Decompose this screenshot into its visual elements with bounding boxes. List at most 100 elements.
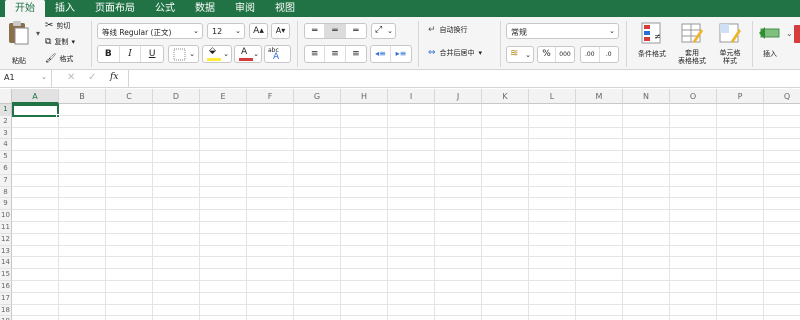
fill-handle[interactable] bbox=[56, 113, 60, 118]
row-header[interactable]: 5 bbox=[0, 151, 12, 163]
number-style-group: % 000 bbox=[537, 46, 575, 63]
decrease-indent-icon[interactable]: ◂≡ bbox=[371, 46, 392, 62]
row-header[interactable]: 4 bbox=[0, 139, 12, 152]
cut-button[interactable]: ✂ 剪切 bbox=[45, 20, 70, 31]
column-header[interactable]: O bbox=[670, 89, 717, 104]
row-header[interactable]: 9 bbox=[0, 198, 12, 211]
number-format-select[interactable]: 常规 ⌄ bbox=[506, 23, 619, 39]
row-header[interactable]: 1 bbox=[0, 104, 12, 116]
font-size-select[interactable]: 12 ⌄ bbox=[207, 23, 245, 39]
chevron-down-icon[interactable]: ⌄ bbox=[786, 29, 793, 38]
copy-button[interactable]: ⧉ 复制 ▾ bbox=[45, 37, 75, 47]
align-center-icon[interactable]: ≡ bbox=[325, 46, 346, 62]
function-icon[interactable]: fx bbox=[110, 72, 118, 82]
active-cell-selection[interactable] bbox=[12, 104, 59, 117]
align-left-icon[interactable]: ≡ bbox=[305, 46, 326, 62]
column-header[interactable]: P bbox=[717, 89, 764, 104]
row-header[interactable]: 16 bbox=[0, 281, 12, 293]
formula-input[interactable] bbox=[128, 70, 800, 87]
increase-font-button[interactable]: A▴ bbox=[249, 23, 268, 39]
orientation-button[interactable]: ⤢ ⌄ bbox=[371, 23, 396, 39]
tab-7[interactable]: 视图 bbox=[265, 0, 305, 17]
tab-4[interactable]: 公式 bbox=[145, 0, 185, 17]
column-header[interactable]: F bbox=[247, 89, 294, 104]
wrap-text-button[interactable]: ↵ 自动换行 bbox=[428, 25, 468, 35]
row-header[interactable]: 14 bbox=[0, 257, 12, 270]
align-top-icon[interactable]: ═ bbox=[305, 24, 326, 38]
row-header[interactable]: 19 bbox=[0, 316, 12, 320]
conditional-format-button[interactable]: ≠ 条件格式 bbox=[632, 21, 672, 67]
decrease-decimal-button[interactable]: .0 bbox=[600, 47, 618, 62]
column-header[interactable]: C bbox=[106, 89, 153, 104]
underline-button[interactable]: U bbox=[141, 46, 163, 62]
gridline bbox=[669, 104, 670, 320]
column-header[interactable]: E bbox=[200, 89, 247, 104]
chevron-down-icon[interactable]: ▾ bbox=[479, 49, 483, 57]
row-header[interactable]: 12 bbox=[0, 233, 12, 246]
row-header[interactable]: 17 bbox=[0, 292, 12, 305]
align-bottom-icon[interactable]: ═ bbox=[346, 24, 366, 38]
row-header[interactable]: 6 bbox=[0, 163, 12, 175]
select-all-corner[interactable] bbox=[0, 89, 12, 104]
column-header[interactable]: J bbox=[435, 89, 482, 104]
column-header[interactable]: Q bbox=[764, 89, 800, 104]
row-header[interactable]: 18 bbox=[0, 304, 12, 317]
format-as-table-button[interactable]: 套用 表格格式 bbox=[672, 21, 712, 67]
merge-center-button[interactable]: ⇔ 合并后居中 ▾ bbox=[428, 48, 482, 58]
tab-1[interactable]: 开始 bbox=[5, 0, 45, 17]
paste-dropdown-icon[interactable]: ▾ bbox=[36, 29, 40, 38]
column-header[interactable]: G bbox=[294, 89, 341, 104]
column-header[interactable]: N bbox=[623, 89, 670, 104]
copy-dropdown-icon[interactable]: ▾ bbox=[71, 38, 75, 46]
phonetic-button[interactable]: abc A bbox=[264, 45, 291, 63]
row-header[interactable]: 3 bbox=[0, 127, 12, 140]
row-header[interactable]: 15 bbox=[0, 269, 12, 281]
cancel-icon[interactable]: ✕ bbox=[67, 72, 75, 83]
percent-button[interactable]: % bbox=[538, 47, 557, 62]
confirm-icon[interactable]: ✓ bbox=[88, 72, 96, 83]
paint-bucket-icon: ⬙ bbox=[209, 46, 216, 56]
bold-button[interactable]: B bbox=[98, 46, 120, 62]
column-header[interactable]: M bbox=[576, 89, 623, 104]
insert-cells-button[interactable]: 插入 bbox=[755, 21, 785, 67]
row-header[interactable]: 13 bbox=[0, 245, 12, 258]
align-middle-icon[interactable]: ═ bbox=[325, 24, 346, 38]
phonetic-icon: A bbox=[273, 52, 280, 62]
tab-5[interactable]: 数据 bbox=[185, 0, 225, 17]
row-header[interactable]: 7 bbox=[0, 174, 12, 187]
worksheet-grid[interactable]: A B C D E F G H I J K L M N O P Q 1 2 3 4 5 6 7 8 9 10 11 12 13 14 15 16… bbox=[0, 89, 800, 320]
column-header[interactable]: L bbox=[529, 89, 576, 104]
row-header[interactable]: 8 bbox=[0, 186, 12, 199]
decrease-font-button[interactable]: A▾ bbox=[271, 23, 290, 39]
row-header[interactable]: 10 bbox=[0, 210, 12, 222]
font-name-select[interactable]: 等线 Regular (正文) ⌄ bbox=[97, 23, 203, 39]
column-header[interactable]: A bbox=[12, 89, 59, 104]
increase-indent-icon[interactable]: ▸≡ bbox=[391, 46, 411, 62]
italic-button[interactable]: I bbox=[120, 46, 142, 62]
font-color-button[interactable]: A ⌄ bbox=[234, 45, 262, 63]
column-header[interactable]: K bbox=[482, 89, 529, 104]
increase-decimal-button[interactable]: .00 bbox=[581, 47, 600, 62]
column-header[interactable]: I bbox=[388, 89, 435, 104]
chevron-down-icon: ⌄ bbox=[41, 73, 47, 81]
cell-style-button[interactable]: 单元格 样式 bbox=[710, 21, 750, 67]
name-box[interactable]: A1 ⌄ bbox=[0, 70, 52, 87]
tab-3[interactable]: 页面布局 bbox=[85, 0, 145, 17]
accounting-button[interactable]: ≋ ⌄ bbox=[506, 46, 534, 63]
tab-6[interactable]: 审阅 bbox=[225, 0, 265, 17]
row-header[interactable]: 11 bbox=[0, 222, 12, 234]
column-header[interactable]: D bbox=[153, 89, 200, 104]
column-header[interactable]: B bbox=[59, 89, 106, 104]
paste-button[interactable]: 粘贴 bbox=[5, 19, 33, 67]
fill-color-button[interactable]: ⬙ ⌄ bbox=[202, 45, 232, 63]
delete-cells-icon[interactable] bbox=[794, 25, 800, 43]
align-right-icon[interactable]: ≡ bbox=[346, 46, 366, 62]
column-header[interactable]: H bbox=[341, 89, 388, 104]
gridline bbox=[12, 291, 800, 293]
borders-button[interactable]: ⌄ bbox=[168, 45, 199, 63]
format-painter-button[interactable]: 🖌 格式 bbox=[45, 54, 73, 64]
row-header[interactable]: 2 bbox=[0, 115, 12, 128]
vertical-align-group: ═ ═ ═ bbox=[304, 23, 367, 39]
comma-button[interactable]: 000 bbox=[556, 47, 574, 62]
tab-2[interactable]: 插入 bbox=[45, 0, 85, 17]
